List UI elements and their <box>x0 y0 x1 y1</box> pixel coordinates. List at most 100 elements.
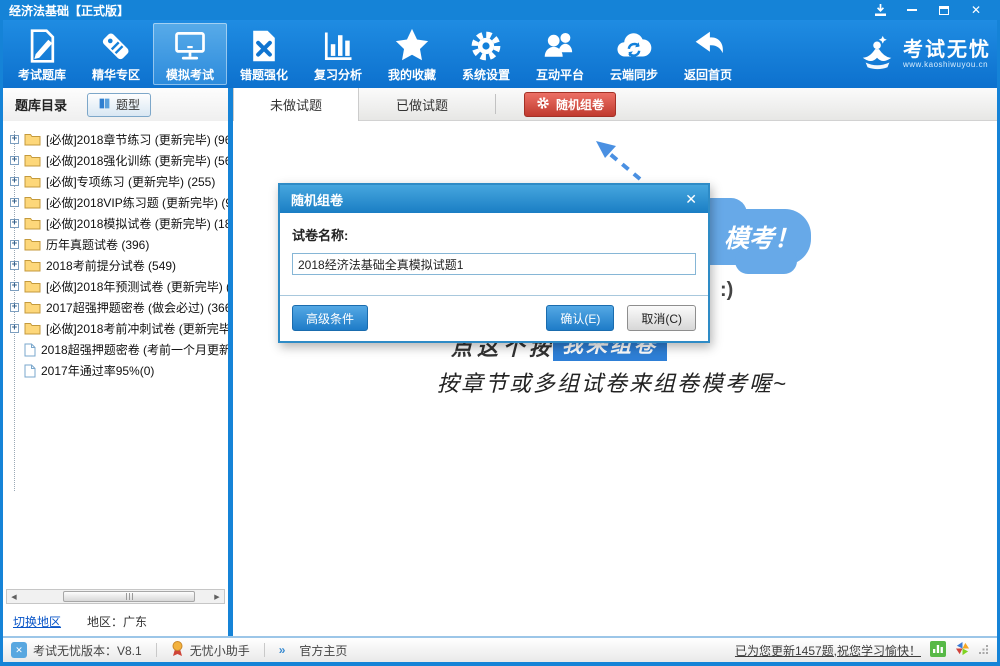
folder-icon <box>24 322 41 335</box>
expand-icon[interactable]: + <box>10 135 19 144</box>
toolbar-label: 返回首页 <box>684 66 732 83</box>
tree-item[interactable]: + [必做]2018考前冲刺试卷 (更新完毕 <box>3 318 228 339</box>
exam-bank-icon <box>24 26 60 66</box>
cancel-button[interactable]: 取消(C) <box>627 305 696 331</box>
tree-item[interactable]: + [必做]2018强化训练 (更新完毕) (56 <box>3 150 228 171</box>
horizontal-scrollbar[interactable]: ◀ ▶ <box>6 589 225 604</box>
toolbar-item-exam-bank[interactable]: 考试题库 <box>5 23 79 85</box>
pinwheel-icon[interactable] <box>955 641 970 659</box>
random-paper-button[interactable]: 随机组卷 <box>524 92 616 117</box>
folder-icon <box>24 259 41 272</box>
question-bank-tree: + [必做]2018章节练习 (更新完毕) (96 + [必做]2018强化训练… <box>3 121 228 587</box>
tree-item[interactable]: + [必做]2018模拟试卷 (更新完毕) (18 <box>3 213 228 234</box>
expand-icon[interactable]: + <box>10 177 19 186</box>
toolbar-item-interactive-platform[interactable]: 互动平台 <box>523 23 597 85</box>
minimize-icon[interactable] <box>905 4 919 17</box>
scroll-right-icon[interactable]: ▶ <box>210 593 224 601</box>
toolbar-item-featured-zone[interactable]: 精华专区 <box>79 23 153 85</box>
toolbar-item-wrong-questions[interactable]: 错题强化 <box>227 23 301 85</box>
home-item[interactable]: » 官方主页 <box>279 642 348 659</box>
expand-icon[interactable]: + <box>10 303 19 312</box>
tree-item[interactable]: 2017年通过率95%(0) <box>3 360 228 381</box>
assistant-label: 无忧小助手 <box>190 642 250 659</box>
toolbar-label: 我的收藏 <box>388 66 436 83</box>
stats-chart-icon[interactable] <box>930 641 946 660</box>
tab-undone-questions[interactable]: 未做试题 <box>233 88 359 121</box>
toolbar-label: 复习分析 <box>314 66 362 83</box>
file-icon <box>24 364 36 378</box>
expand-icon[interactable]: + <box>10 261 19 270</box>
toolbar-item-cloud-sync[interactable]: 云端同步 <box>597 23 671 85</box>
smiley-text: :) <box>720 279 733 302</box>
toolbar-label: 考试题库 <box>18 66 66 83</box>
question-type-button[interactable]: 题型 <box>87 93 151 117</box>
scroll-left-icon[interactable]: ◀ <box>7 593 21 601</box>
dialog-divider <box>280 295 708 296</box>
toolbar-label: 模拟考试 <box>166 66 214 83</box>
statusbar-right: 已为您更新1457题,祝您学习愉快！ <box>735 641 989 660</box>
toolbar-item-back-home[interactable]: 返回首页 <box>671 23 745 85</box>
toolbar-item-mock-exam[interactable]: 模拟考试 <box>153 23 227 85</box>
scrollbar-thumb[interactable] <box>63 591 195 602</box>
cloud-sync-icon <box>615 26 653 66</box>
tree-item[interactable]: + 2018考前提分试卷 (549) <box>3 255 228 276</box>
expand-icon[interactable]: + <box>10 219 19 228</box>
toolbar-label: 系统设置 <box>462 66 510 83</box>
main-panel: 未做试题 已做试题 随机组卷 模考！ :) 点这个按钮 <box>233 88 997 636</box>
wrong-question-icon <box>246 26 282 66</box>
people-icon <box>542 26 578 66</box>
update-notice[interactable]: 已为您更新1457题,祝您学习愉快！ <box>735 642 921 659</box>
toolbar-item-favorites[interactable]: 我的收藏 <box>375 23 449 85</box>
file-icon <box>24 343 36 357</box>
expand-icon[interactable]: + <box>10 240 19 249</box>
bar-chart-icon <box>320 26 356 66</box>
sidebar: 题库目录 题型 + [必做]2018章节练习 (更新完毕) (96 + <box>3 88 228 636</box>
statusbar-separator <box>156 643 157 657</box>
app-window: 经济法基础【正式版】 ✕ 考试题库 精华专区 模拟 <box>0 0 1000 666</box>
toolbar-item-review-analysis[interactable]: 复习分析 <box>301 23 375 85</box>
tree-item[interactable]: + [必做]2018VIP练习题 (更新完毕) (9 <box>3 192 228 213</box>
dialog-title-bar: 随机组卷 ✕ <box>280 185 708 213</box>
assistant-item[interactable]: 无忧小助手 <box>171 641 250 660</box>
toolbar-item-settings[interactable]: 系统设置 <box>449 23 523 85</box>
folder-icon <box>24 196 41 209</box>
advanced-options-button[interactable]: 高级条件 <box>292 305 368 331</box>
tab-done-questions[interactable]: 已做试题 <box>359 88 485 120</box>
paper-name-input[interactable] <box>292 253 696 275</box>
close-icon[interactable]: ✕ <box>969 4 983 17</box>
window-title: 经济法基础【正式版】 <box>9 2 129 19</box>
toolbar-label: 错题强化 <box>240 66 288 83</box>
tree-item[interactable]: 2018超强押题密卷 (考前一个月更新 <box>3 339 228 360</box>
expand-icon[interactable]: + <box>10 156 19 165</box>
tree-item[interactable]: + [必做]2018章节练习 (更新完毕) (96 <box>3 129 228 150</box>
sidebar-header: 题库目录 题型 <box>3 88 228 121</box>
tab-strip: 未做试题 已做试题 随机组卷 <box>233 88 997 121</box>
random-paper-dialog: 随机组卷 ✕ 试卷名称: 高级条件 确认(E) 取消(C) <box>278 183 710 343</box>
tree-item[interactable]: + 历年真题试卷 (396) <box>3 234 228 255</box>
status-bar: ✕ 考试无忧版本：V8.1 无忧小助手 » 官方主页 已为您更新1457题,祝您… <box>3 636 997 662</box>
expand-icon[interactable]: + <box>10 324 19 333</box>
expand-icon[interactable]: + <box>10 282 19 291</box>
maximize-icon[interactable] <box>937 4 951 17</box>
dialog-close-icon[interactable]: ✕ <box>685 191 697 208</box>
monitor-icon <box>172 26 208 66</box>
gear-icon <box>536 96 550 113</box>
hint-text-line2: 按章节或多组试卷来组卷模考喔~ <box>437 366 788 398</box>
confirm-button[interactable]: 确认(E) <box>546 305 614 331</box>
tree-item[interactable]: + [必做]2018年预测试卷 (更新完毕) ( <box>3 276 228 297</box>
brand-logo: 考试无忧 www.kaoshiwuyou.cn <box>857 33 991 76</box>
dialog-body: 试卷名称: 高级条件 确认(E) 取消(C) <box>280 213 708 341</box>
switch-region-link[interactable]: 切换地区 <box>13 613 61 630</box>
expand-icon[interactable]: + <box>10 198 19 207</box>
tag-icon <box>98 26 134 66</box>
brand-url: www.kaoshiwuyou.cn <box>903 60 991 69</box>
medal-icon <box>171 641 184 660</box>
tree-item[interactable]: + 2017超强押题密卷 (做会必过) (366) <box>3 297 228 318</box>
download-icon[interactable] <box>873 4 887 17</box>
dialog-footer: 高级条件 确认(E) 取消(C) <box>292 305 696 331</box>
app-icon: ✕ <box>11 642 27 658</box>
paper-name-label: 试卷名称: <box>292 225 696 244</box>
tree-item[interactable]: + [必做]专项练习 (更新完毕) (255) <box>3 171 228 192</box>
resize-grip[interactable] <box>979 643 989 657</box>
brand-name: 考试无忧 <box>903 40 991 60</box>
